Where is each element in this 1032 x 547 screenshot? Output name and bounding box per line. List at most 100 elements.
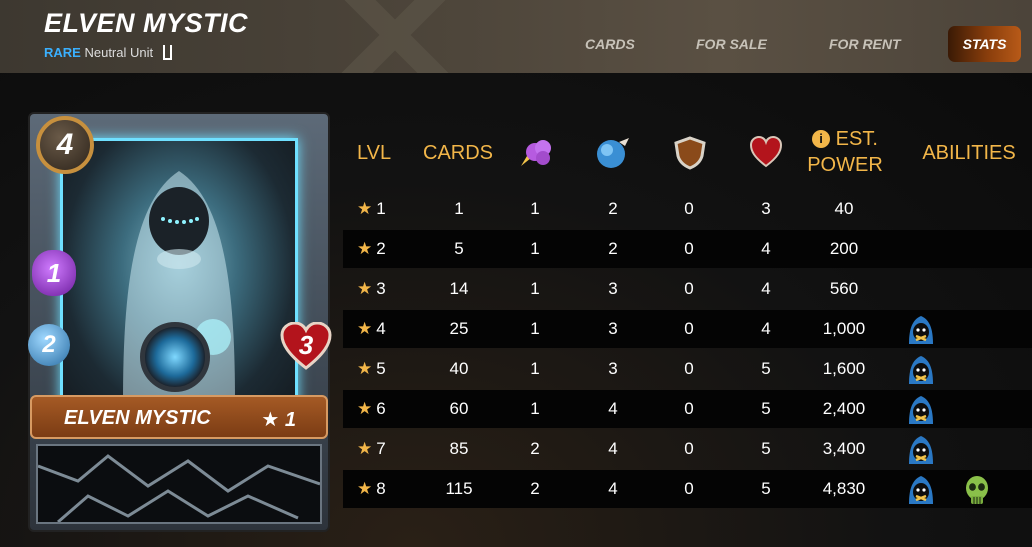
header-lvl: LVL (357, 142, 392, 164)
table-row: ★ 4 25 1 3 0 4 1,000 (343, 310, 1032, 348)
silence-icon[interactable] (905, 474, 937, 506)
level-cell: ★ 5 (357, 350, 407, 388)
power-cell: 40 (834, 199, 854, 218)
magic-cell: 1 (530, 239, 540, 258)
power-cell: 2,400 (822, 399, 866, 418)
armor-cell: 0 (684, 319, 694, 338)
health-cell: 4 (761, 319, 771, 338)
magic-attack-icon (521, 140, 551, 166)
info-icon[interactable]: i (812, 130, 831, 148)
table-row: ★ 7 85 2 4 0 5 3,400 (343, 430, 1032, 468)
magic-attack-stat: 1 (32, 250, 76, 296)
table-row: ★ 2 5 1 2 0 4 200 (343, 230, 1032, 268)
level-value: 1 (376, 199, 386, 218)
tab-stats[interactable]: STATS (948, 26, 1021, 62)
speed-cell: 3 (608, 359, 618, 378)
armor-cell: 0 (684, 199, 694, 218)
level-value: 5 (376, 359, 386, 378)
health-heart-icon (749, 136, 783, 168)
health-cell: 3 (761, 199, 771, 218)
speed-cell: 4 (608, 439, 618, 458)
magic-cell: 2 (530, 479, 540, 498)
level-cell: ★ 7 (357, 430, 407, 468)
magic-cell: 1 (530, 399, 540, 418)
health-cell: 5 (761, 359, 771, 378)
health-cell: 5 (761, 479, 771, 498)
star-icon: ★ (357, 319, 373, 338)
health-cell: 5 (761, 399, 771, 418)
magic-cell: 2 (530, 439, 540, 458)
header-cards: CARDS (423, 142, 494, 164)
card-name-banner: ELVEN MYSTIC ★ 1 (30, 395, 328, 439)
tab-cards[interactable]: CARDS (585, 36, 635, 52)
health-cell: 5 (761, 439, 771, 458)
silence-icon[interactable] (905, 394, 937, 426)
speed-cell: 2 (608, 199, 618, 218)
star-icon: ★ (357, 479, 373, 498)
power-cell: 3,400 (822, 439, 866, 458)
magic-cell: 1 (530, 279, 540, 298)
speed-cell: 2 (608, 239, 618, 258)
star-icon: ★ (357, 279, 373, 298)
speed-cell: 3 (608, 279, 618, 298)
card-subtitle: RARE Neutral Unit (44, 45, 172, 60)
level-value: 8 (376, 479, 386, 498)
speed-cell: 4 (608, 399, 618, 418)
health-value: 3 (298, 330, 314, 360)
rarity-label: RARE (44, 45, 81, 60)
cards-cell: 25 (449, 319, 469, 338)
power-cell: 1,000 (822, 319, 866, 338)
silence-icon[interactable] (905, 314, 937, 346)
card-level: ★ 1 (261, 409, 296, 431)
level-cell: ★ 3 (357, 270, 407, 308)
cards-cell: 85 (449, 439, 469, 458)
cards-cell: 14 (449, 279, 469, 298)
tab-for-sale[interactable]: FOR SALE (696, 36, 767, 52)
tab-for-rent[interactable]: FOR RENT (829, 36, 901, 52)
level-cell: ★ 4 (357, 310, 407, 348)
table-row: ★ 3 14 1 3 0 4 560 (343, 270, 1032, 308)
card-name: ELVEN MYSTIC (64, 407, 211, 429)
armor-cell: 0 (684, 439, 694, 458)
affliction-skull-icon[interactable] (961, 474, 993, 506)
star-icon: ★ (357, 199, 373, 218)
silence-icon[interactable] (905, 434, 937, 466)
level-cell: ★ 8 (357, 470, 407, 508)
star-icon: ★ (357, 359, 373, 378)
edition-icon (162, 45, 172, 60)
power-cell: 4,830 (822, 479, 866, 498)
armor-cell: 0 (684, 279, 694, 298)
power-cell: 200 (829, 239, 859, 258)
speed-stat: 2 (28, 324, 70, 366)
magic-cell: 1 (530, 359, 540, 378)
cracked-stone-texture (37, 454, 321, 524)
cards-cell: 40 (449, 359, 469, 378)
star-icon: ★ (357, 239, 373, 258)
unit-type-label: Neutral Unit (84, 45, 154, 60)
speed-cell: 3 (608, 319, 618, 338)
level-value: 2 (376, 239, 386, 258)
table-row: ★ 8 115 2 4 0 5 4,830 (343, 470, 1032, 508)
health-cell: 4 (761, 239, 771, 258)
crossed-axes-emblem-icon (341, 0, 449, 73)
header-est-power: i EST. POWER (805, 126, 885, 178)
level-value: 4 (376, 319, 386, 338)
magic-cell: 1 (530, 319, 540, 338)
magic-cell: 1 (530, 199, 540, 218)
health-cell: 4 (761, 279, 771, 298)
cards-cell: 60 (449, 399, 469, 418)
table-row: ★ 1 1 1 2 0 3 40 (343, 190, 1032, 228)
card-image: 4 1 2 3 ELVEN MYSTIC ★ 1 (28, 112, 332, 532)
mana-cost-badge: 4 (36, 116, 94, 174)
card-lower-panel (36, 444, 322, 524)
power-cell: 560 (829, 279, 859, 298)
armor-cell: 0 (684, 359, 694, 378)
level-cell: ★ 1 (357, 190, 407, 228)
armor-cell: 0 (684, 479, 694, 498)
speed-cell: 4 (608, 479, 618, 498)
ability-gem-icon (140, 322, 210, 392)
level-value: 7 (376, 439, 386, 458)
page-title: ELVEN MYSTIC (44, 8, 249, 38)
silence-icon[interactable] (905, 354, 937, 386)
header-est-label: EST. (835, 128, 878, 150)
